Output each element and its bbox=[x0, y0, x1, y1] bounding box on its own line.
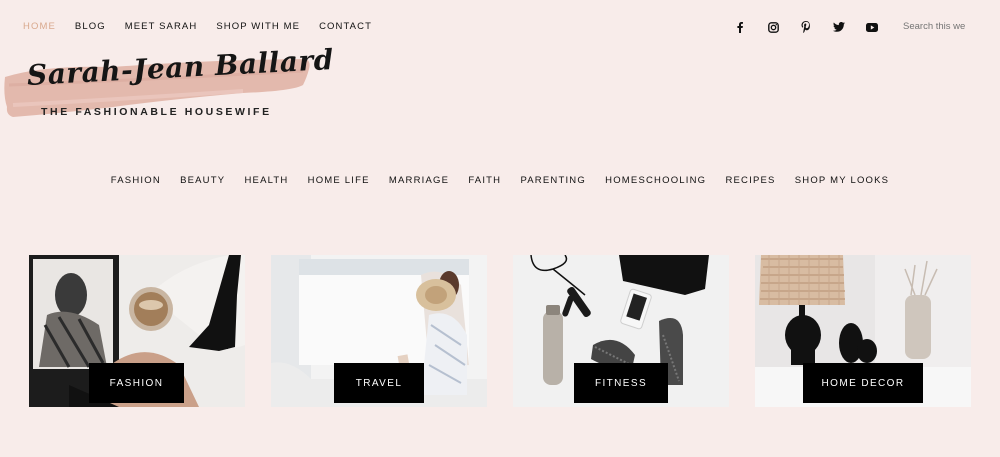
category-health[interactable]: HEALTH bbox=[244, 175, 288, 187]
category-recipes[interactable]: RECIPES bbox=[725, 175, 775, 187]
category-beauty[interactable]: BEAUTY bbox=[180, 175, 225, 187]
card-travel[interactable]: TRAVEL bbox=[271, 255, 487, 407]
card-fitness[interactable]: FITNESS bbox=[513, 255, 729, 407]
pinterest-icon[interactable] bbox=[798, 19, 814, 35]
category-parenting[interactable]: PARENTING bbox=[520, 175, 586, 187]
twitter-icon[interactable] bbox=[831, 19, 847, 35]
category-homeschooling[interactable]: HOMESCHOOLING bbox=[605, 175, 706, 187]
category-shop-my-looks[interactable]: SHOP MY LOOKS bbox=[795, 175, 889, 187]
instagram-icon[interactable] bbox=[765, 19, 781, 35]
category-home-life[interactable]: HOME LIFE bbox=[308, 175, 370, 187]
card-fashion[interactable]: FASHION bbox=[29, 255, 245, 407]
card-home-decor[interactable]: HOME DECOR bbox=[755, 255, 971, 407]
nav-home[interactable]: HOME bbox=[23, 21, 56, 33]
category-fashion[interactable]: FASHION bbox=[111, 175, 161, 187]
card-fitness-label: FITNESS bbox=[574, 363, 668, 403]
logo-tagline: THE FASHIONABLE HOUSEWIFE bbox=[41, 106, 272, 118]
nav-shop-with-me[interactable]: SHOP WITH ME bbox=[216, 21, 300, 33]
card-home-decor-label: HOME DECOR bbox=[803, 363, 923, 403]
facebook-icon[interactable] bbox=[732, 19, 748, 35]
category-faith[interactable]: FAITH bbox=[468, 175, 501, 187]
youtube-icon[interactable] bbox=[864, 19, 880, 35]
top-nav: HOME BLOG MEET SARAH SHOP WITH ME CONTAC… bbox=[23, 21, 391, 33]
social-links bbox=[732, 19, 897, 35]
card-travel-label: TRAVEL bbox=[334, 363, 424, 403]
nav-meet-sarah[interactable]: MEET SARAH bbox=[125, 21, 198, 33]
search-input[interactable] bbox=[903, 20, 1000, 33]
nav-blog[interactable]: BLOG bbox=[75, 21, 106, 33]
site-logo[interactable]: Sarah-Jean Ballard THE FASHIONABLE HOUSE… bbox=[3, 43, 335, 125]
card-fashion-label: FASHION bbox=[89, 363, 184, 403]
nav-contact[interactable]: CONTACT bbox=[319, 21, 372, 33]
category-nav: FASHION BEAUTY HEALTH HOME LIFE MARRIAGE… bbox=[0, 175, 1000, 187]
category-marriage[interactable]: MARRIAGE bbox=[389, 175, 449, 187]
